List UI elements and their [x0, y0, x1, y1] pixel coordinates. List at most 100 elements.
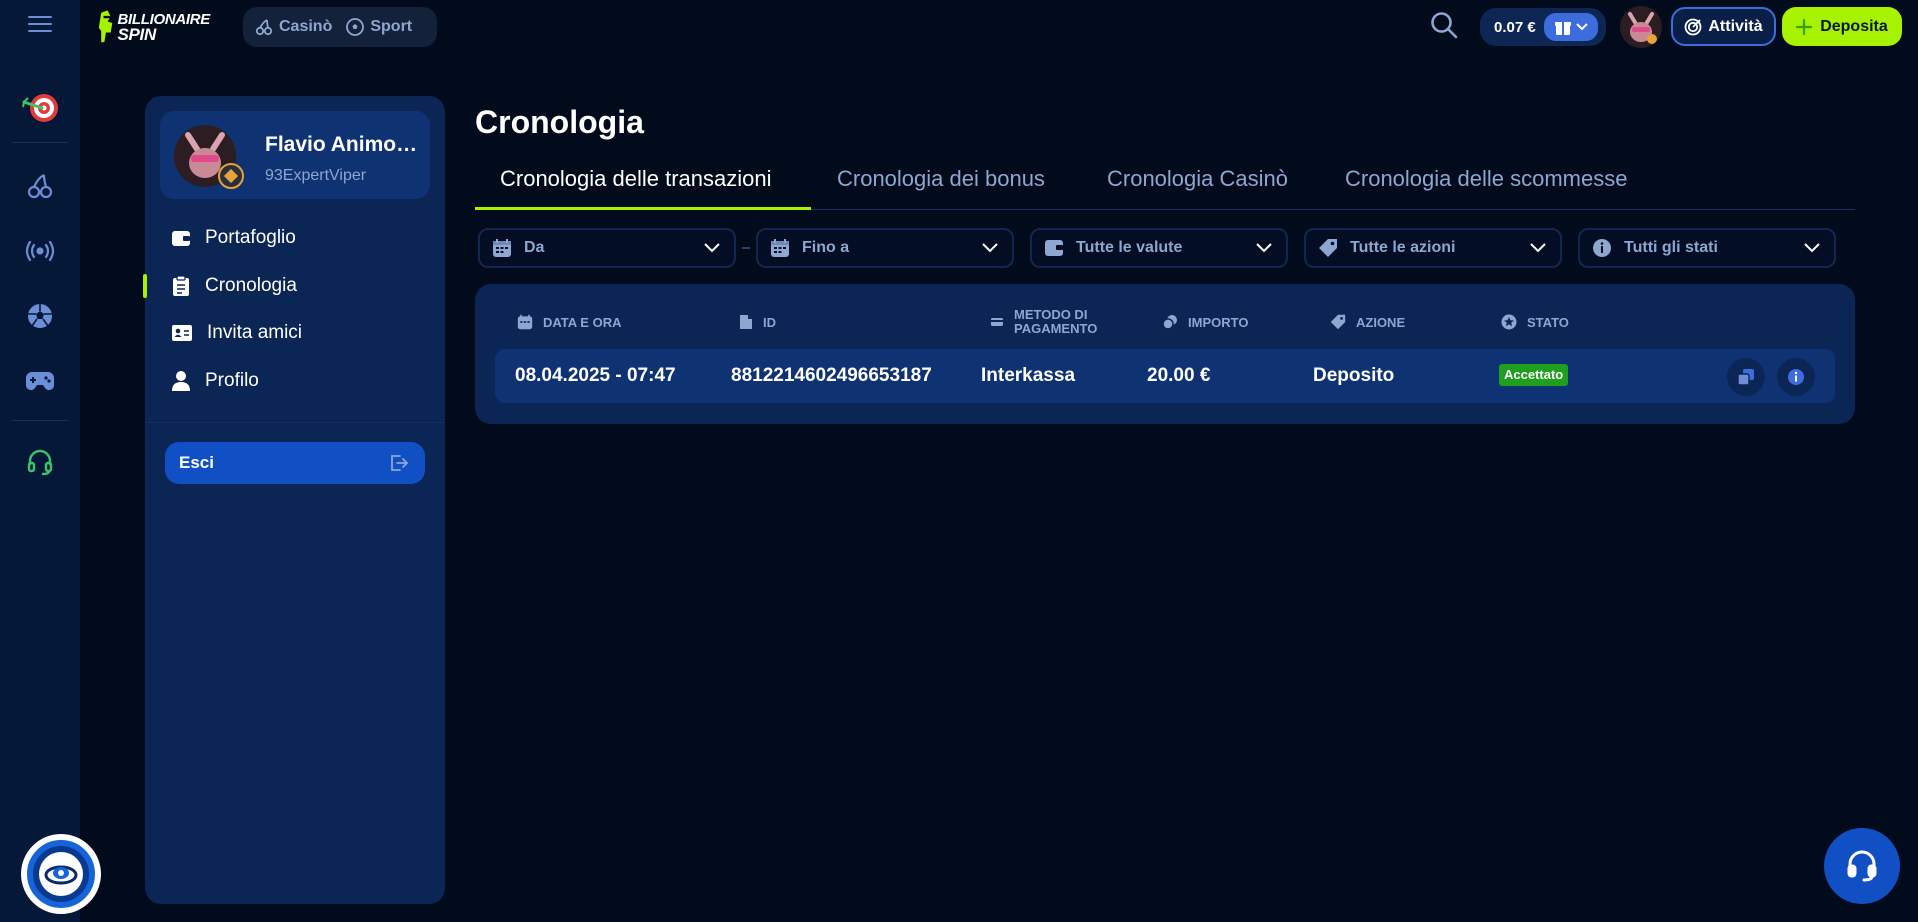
menu-item-label: Profilo [205, 370, 259, 391]
wallet-icon [1045, 240, 1063, 256]
headset-icon [1847, 850, 1877, 882]
logout-label: Esci [179, 453, 214, 472]
menu-item-profilo[interactable]: Profilo [171, 365, 259, 397]
floating-support-widget[interactable] [21, 834, 101, 914]
column-header-label: STATO [1527, 314, 1569, 330]
column-header-label: IMPORTO [1188, 314, 1249, 330]
column-header-amount[interactable]: IMPORTO [1162, 314, 1248, 330]
column-header-label: METODO DI [1014, 307, 1088, 322]
mode-casino[interactable]: Casinò [255, 18, 332, 36]
details-button[interactable] [1777, 358, 1815, 396]
chevron-down-icon [982, 243, 998, 253]
headset-icon[interactable] [20, 442, 60, 482]
search-button[interactable] [1429, 10, 1461, 42]
bonus-dropdown[interactable] [1543, 13, 1598, 41]
live-chat-button[interactable] [1824, 828, 1900, 904]
column-header-label: DATA E ORA [543, 314, 622, 330]
column-header-id[interactable]: ID [739, 314, 776, 330]
brand-logo[interactable]: BILLIONAIRE SPIN [98, 4, 210, 50]
brand-mascot-icon [98, 10, 113, 43]
column-header-label: PAGAMENTO [1014, 321, 1098, 336]
menu-item-label: Portafoglio [205, 227, 296, 248]
filter-date-to[interactable]: Fino a [756, 228, 1014, 268]
filter-action[interactable]: Tutte le azioni [1304, 228, 1562, 268]
logout-button[interactable]: Esci [165, 442, 425, 484]
mode-sport[interactable]: Sport [346, 18, 412, 36]
wallet-icon [172, 231, 190, 246]
info-icon [1788, 369, 1804, 385]
filter-label: Tutte le valute [1076, 239, 1183, 256]
column-header-label: AZIONE [1356, 314, 1406, 330]
chevron-down-icon [1530, 243, 1546, 253]
cherry-icon[interactable] [20, 166, 60, 206]
tag-icon [1319, 239, 1337, 257]
chevron-down-icon [1256, 243, 1272, 253]
darts-target-icon[interactable] [20, 86, 60, 126]
balance-widget[interactable]: 0.07 € [1480, 8, 1606, 46]
panel-divider [145, 422, 445, 423]
calendar-icon [517, 314, 533, 330]
menu-item-invita-amici[interactable]: Invita amici [171, 317, 302, 349]
calendar-icon [771, 239, 789, 257]
balance-amount: 0.07 € [1494, 18, 1536, 36]
menu-item-portafoglio[interactable]: Portafoglio [171, 222, 296, 254]
logout-icon [391, 455, 409, 471]
cell-date: 08.04.2025 - 07:47 [515, 365, 676, 386]
filter-label: Tutte le azioni [1350, 239, 1456, 256]
menu-icon[interactable] [28, 14, 52, 34]
tab-casino[interactable]: Cronologia Casinò [1107, 166, 1288, 192]
document-icon [740, 315, 752, 329]
tab-bets[interactable]: Cronologia delle scommesse [1345, 166, 1627, 192]
tab-transactions[interactable]: Cronologia delle transazioni [500, 166, 772, 192]
star-badge-icon [1501, 314, 1517, 330]
column-header-method[interactable]: METODO DI PAGAMENTO [990, 308, 1097, 336]
mode-casino-label: Casinò [279, 18, 333, 35]
menu-item-label: Invita amici [207, 322, 303, 343]
tab-bonus[interactable]: Cronologia dei bonus [837, 166, 1045, 192]
gamepad-icon[interactable] [20, 361, 60, 401]
copy-icon [1737, 369, 1754, 386]
filter-status[interactable]: Tutti gli stati [1578, 228, 1836, 268]
activity-label: Attività [1708, 17, 1763, 35]
level-badge-icon [218, 163, 244, 189]
search-icon [1431, 12, 1458, 39]
deposit-button[interactable]: Deposita [1782, 7, 1902, 46]
plus-icon [1796, 18, 1813, 35]
football-icon[interactable] [20, 296, 60, 336]
table-row[interactable]: 08.04.2025 - 07:47 8812214602496653187 I… [495, 349, 1835, 403]
column-header-status[interactable]: STATO [1501, 314, 1569, 330]
menu-item-cronologia[interactable]: Cronologia [143, 270, 297, 302]
copy-button[interactable] [1727, 358, 1765, 396]
transactions-table: DATA E ORA ID METODO DI PAGAMENTO IMPORT… [475, 284, 1855, 424]
calendar-icon [493, 239, 511, 257]
avatar[interactable] [1620, 6, 1662, 48]
cell-method: Interkassa [981, 365, 1076, 386]
user-card[interactable]: Flavio Animob... 93ExpertViper [160, 111, 430, 199]
filter-date-from[interactable]: Da [478, 228, 736, 268]
brand-logo-line2: SPIN [117, 25, 156, 44]
mode-switch: Casinò Sport [243, 7, 437, 47]
filter-label: Tutti gli stati [1624, 239, 1718, 256]
activity-button[interactable]: Attività [1671, 7, 1776, 46]
football-icon [346, 18, 365, 36]
profile-sidebar: Flavio Animob... 93ExpertViper Portafogl… [143, 96, 445, 904]
column-header-action[interactable]: AZIONE [1330, 314, 1405, 330]
date-range-separator [742, 247, 750, 249]
status-badge: Accettato [1499, 364, 1569, 386]
cell-amount: 20.00 € [1147, 365, 1211, 386]
user-display-name: Flavio Animob... [265, 133, 425, 156]
left-rail [0, 0, 101, 922]
cell-action: Deposito [1313, 365, 1395, 386]
rail-divider [12, 420, 68, 421]
clipboard-icon [173, 275, 189, 296]
chevron-down-icon [1576, 23, 1588, 31]
menu-item-label: Cronologia [205, 275, 297, 296]
tag-icon [1330, 314, 1346, 330]
page-title: Cronologia [475, 104, 644, 140]
filter-currency[interactable]: Tutte le valute [1030, 228, 1288, 268]
history-tabs: Cronologia delle transazioni Cronologia … [475, 160, 1855, 210]
column-header-date[interactable]: DATA E ORA [517, 314, 621, 330]
active-tab-indicator [475, 207, 811, 210]
user-username: 93ExpertViper [265, 167, 367, 184]
live-signal-icon[interactable] [20, 231, 60, 271]
